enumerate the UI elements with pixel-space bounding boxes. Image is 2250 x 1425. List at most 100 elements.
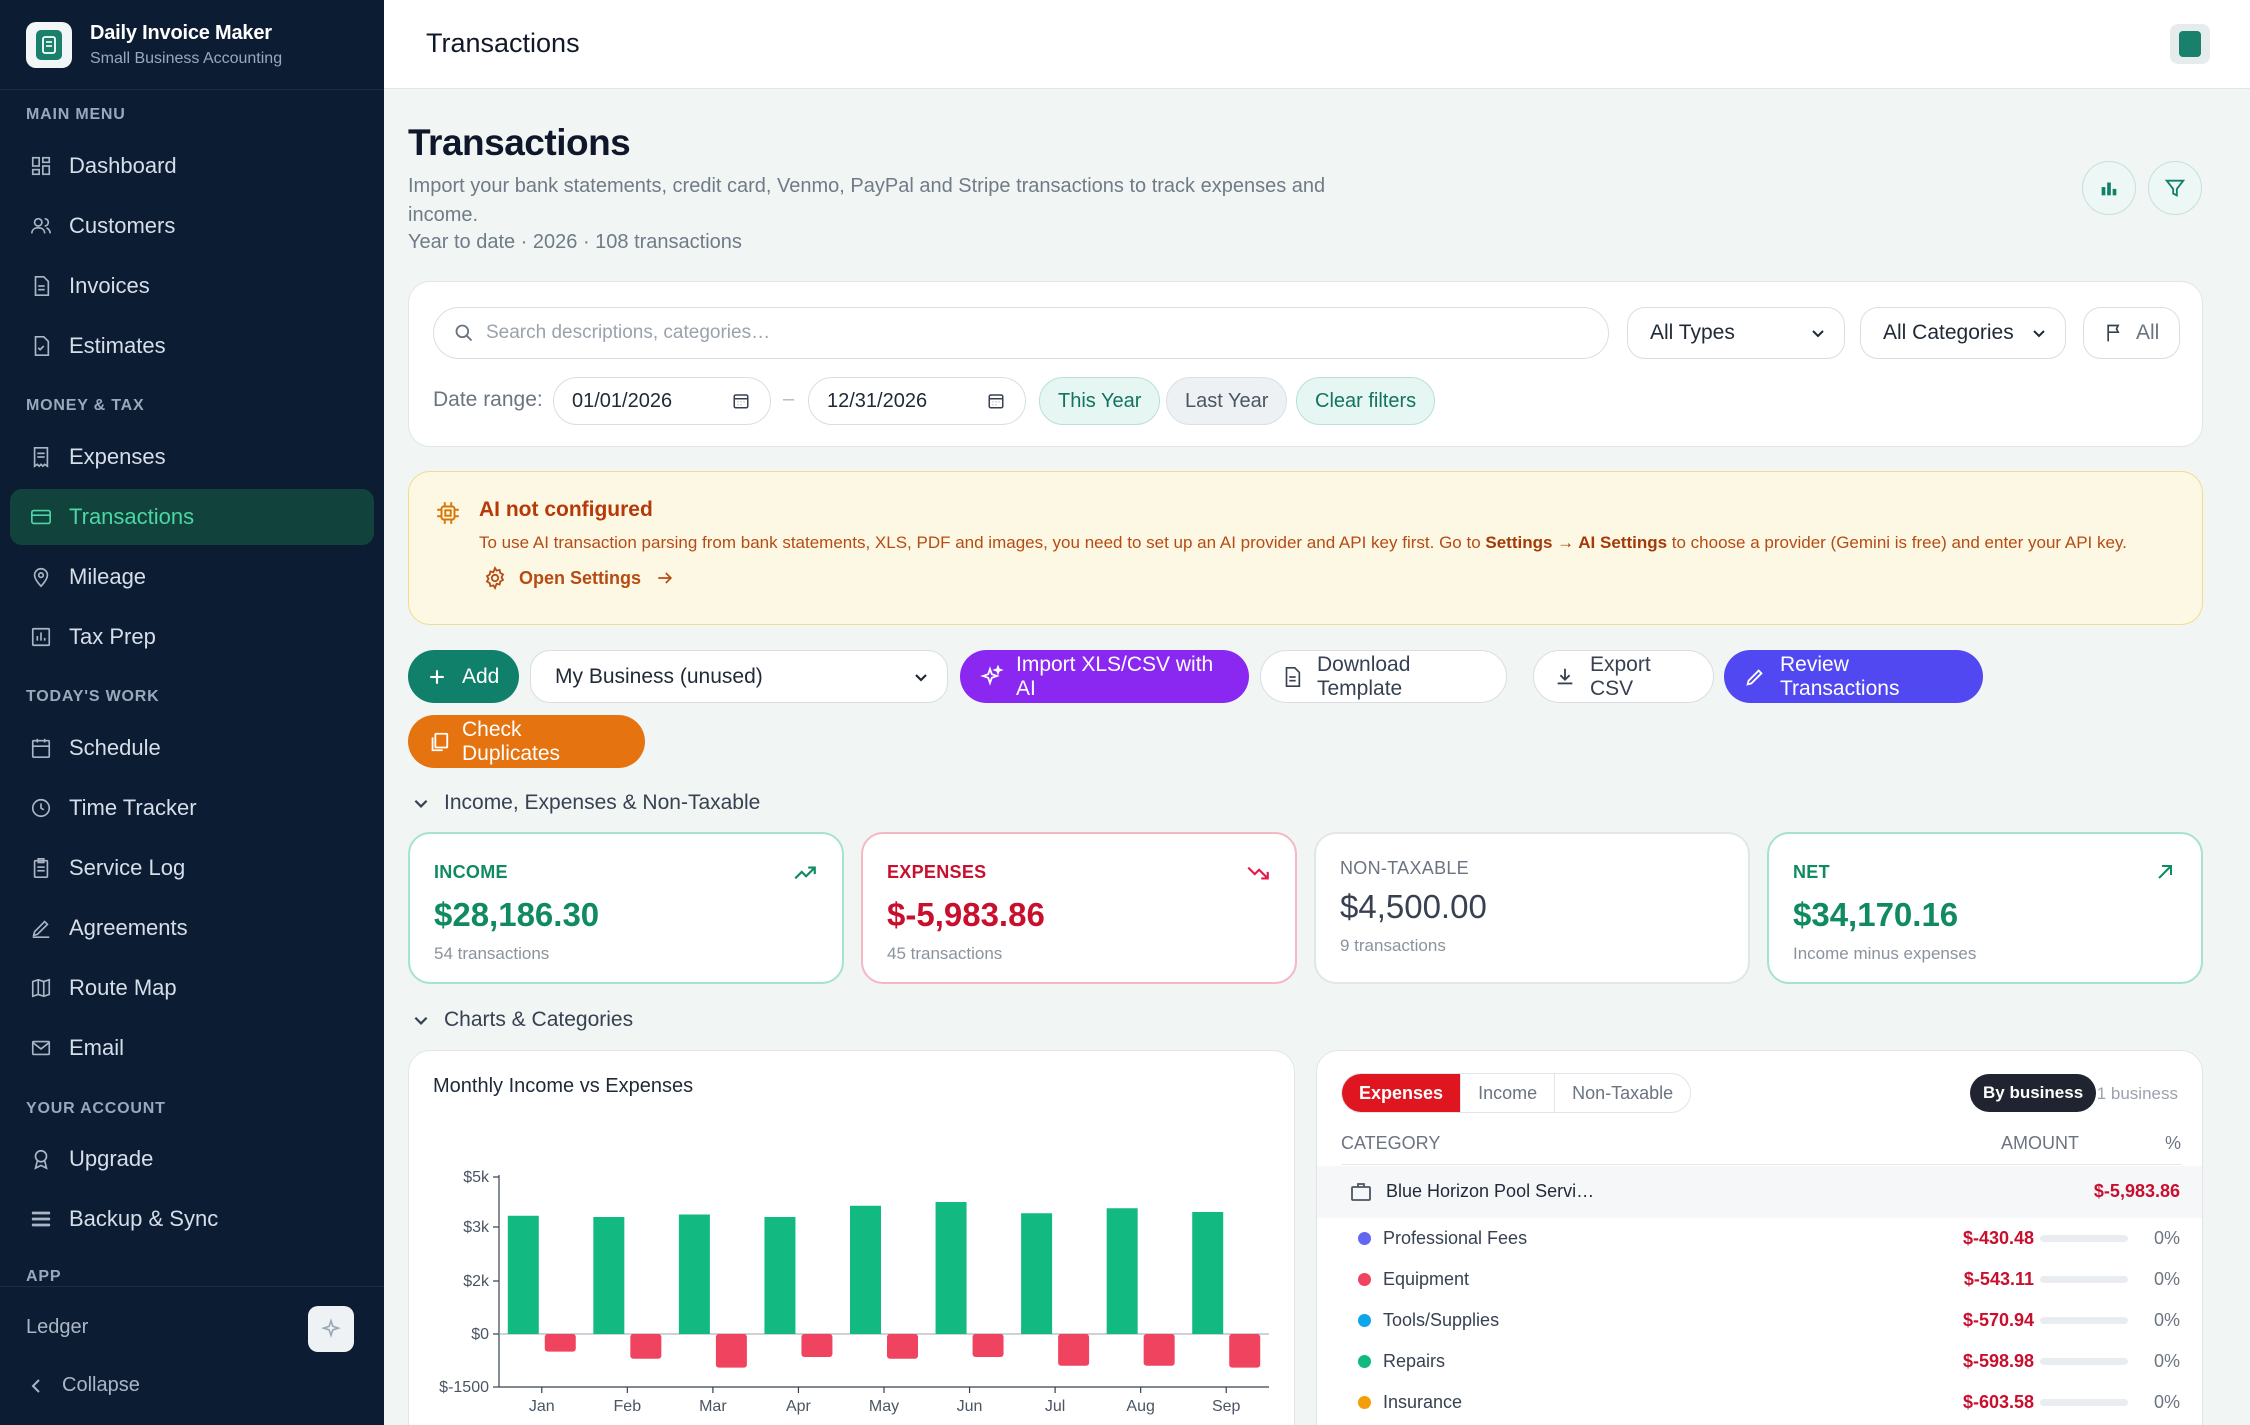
sidebar-item-tax-prep[interactable]: Tax Prep [10,609,374,665]
sidebar-item-agreements[interactable]: Agreements [10,900,374,956]
business-select[interactable]: My Business (unused) [530,650,948,703]
sidebar-item-service-log[interactable]: Service Log [10,840,374,896]
x-tick-label: Jan [529,1398,555,1415]
date-to-input[interactable]: 12/31/2026 [808,377,1026,425]
charts-toggle-button[interactable] [2082,161,2136,215]
card-icon [28,504,54,530]
document-check-icon [28,333,54,359]
page-title: Transactions [408,122,631,163]
sidebar-item-backup-sync[interactable]: Backup & Sync [10,1191,374,1247]
business-amount: $-5,983.86 [2093,1181,2180,1201]
nav-section-money-tax: MONEY & TAX [26,397,145,414]
stat-sub: Income minus expenses [1793,944,1977,963]
tab-non-taxable[interactable]: Non-Taxable [1555,1074,1690,1112]
sidebar-item-label: Mileage [69,564,147,589]
alert-ai-settings-ref: AI Settings [1578,533,1668,552]
category-color-dot [1358,1396,1371,1409]
category-name: Repairs [1383,1351,1446,1371]
add-transaction-button[interactable]: Add [408,650,519,703]
category-type-tabs: Expenses Income Non-Taxable [1341,1073,1692,1113]
sidebar-item-schedule[interactable]: Schedule [10,720,374,776]
category-row[interactable]: Repairs $-598.98 0% [1317,1341,2202,1381]
category-row[interactable]: Equipment $-543.11 0% [1317,1259,2202,1299]
nav-section-main-menu: MAIN MENU [26,106,126,123]
search-box[interactable] [433,307,1609,359]
sidebar-item-estimates[interactable]: Estimates [10,318,374,374]
clear-filters-chip[interactable]: Clear filters [1296,377,1436,425]
search-input[interactable] [486,322,1586,344]
alert-title: AI not configured [479,498,653,521]
sidebar-item-expenses[interactable]: Expenses [10,429,374,485]
income-bar [1021,1213,1053,1334]
category-row[interactable]: Insurance $-603.58 0% [1317,1382,2202,1422]
stat-value: $28,186.30 [434,896,600,933]
category-name: Equipment [1383,1269,1470,1289]
expense-bar [544,1334,576,1352]
sidebar-item-transactions[interactable]: Transactions [10,489,374,545]
this-year-chip[interactable]: This Year [1039,377,1161,425]
by-business-toggle[interactable]: By business [1970,1074,2097,1112]
check-duplicates-button[interactable]: Check Duplicates [408,715,645,768]
nav-section-app: APP [26,1268,62,1285]
trending-up-icon [792,860,818,886]
ai-assistant-button[interactable] [308,1306,354,1352]
category-color-dot [1358,1273,1371,1286]
sidebar-item-invoices[interactable]: Invoices [10,258,374,314]
flag-filter-button[interactable]: All [2083,307,2180,359]
sidebar-item-time-tracker[interactable]: Time Tracker [10,780,374,836]
category-pct: 0% [2153,1351,2180,1371]
sidebar-item-email[interactable]: Email [10,1020,374,1076]
download-template-button[interactable]: Download Template [1260,650,1507,703]
type-select[interactable]: All Types [1627,307,1845,359]
category-name: Tools/Supplies [1383,1310,1500,1330]
filter-toggle-button[interactable] [2148,161,2202,215]
alert-body-text: to choose a provider (Gemini is free) an… [1667,533,2127,552]
ai-not-configured-alert: AI not configured To use AI transaction … [408,471,2203,625]
sidebar-item-route-map[interactable]: Route Map [10,960,374,1016]
tab-income[interactable]: Income [1461,1074,1556,1112]
sidebar-item-label: Upgrade [69,1146,154,1171]
charts-section-toggle[interactable]: Charts & Categories [412,1008,633,1032]
clock-icon [28,795,54,821]
sidebar-item-label: Backup & Sync [69,1206,219,1231]
export-label: Export CSV [1590,652,1651,700]
expense-bar [887,1334,918,1359]
business-row[interactable]: Blue Horizon Pool Servi… $-5,983.86 [1317,1166,2202,1218]
sidebar-item-label: Expenses [69,444,166,469]
chevron-down-icon [2031,325,2047,341]
import-ai-button[interactable]: Import XLS/CSV with AI [960,650,1249,703]
category-select[interactable]: All Categories [1860,307,2066,359]
account-logo[interactable] [2170,24,2210,64]
pen-icon [28,915,54,941]
collapse-button[interactable]: Collapse [30,1374,140,1397]
sidebar-item-dashboard[interactable]: Dashboard [10,138,374,194]
sidebar-item-mileage[interactable]: Mileage [10,549,374,605]
tab-expenses[interactable]: Expenses [1342,1074,1462,1112]
open-settings-link[interactable]: Open Settings [483,566,675,590]
sidebar-item-label: Service Log [69,855,186,880]
category-pct-bar [2040,1399,2128,1406]
export-csv-button[interactable]: Export CSV [1533,650,1714,703]
brand[interactable]: Daily Invoice Maker Small Business Accou… [26,22,282,68]
category-row[interactable]: Tools/Supplies $-570.94 0% [1317,1300,2202,1340]
collapse-label: Collapse [62,1374,140,1396]
download-label: Download Template [1317,652,1411,700]
sidebar-item-label: Estimates [69,333,166,358]
summary-section-toggle[interactable]: Income, Expenses & Non-Taxable [412,791,760,815]
copy-icon [428,731,450,753]
pin-icon [28,564,54,590]
sidebar-item-label: Route Map [69,975,177,1000]
category-row[interactable]: Professional Fees $-430.48 0% [1317,1218,2202,1258]
chevron-down-icon [913,669,929,685]
y-tick-label: $0 [471,1326,489,1343]
sidebar-item-customers[interactable]: Customers [10,198,374,254]
y-tick-label: $5k [463,1169,490,1186]
last-year-chip[interactable]: Last Year [1166,377,1288,425]
category-amount: $-603.58 [1962,1392,2034,1412]
business-name: Blue Horizon Pool Servi… [1386,1181,1595,1201]
stat-sub: 9 transactions [1340,936,1446,955]
date-from-input[interactable]: 01/01/2026 [553,377,771,425]
sidebar-item-label: Time Tracker [69,795,197,820]
sidebar-item-upgrade[interactable]: Upgrade [10,1131,374,1187]
review-transactions-button[interactable]: Review Transactions [1724,650,1983,703]
